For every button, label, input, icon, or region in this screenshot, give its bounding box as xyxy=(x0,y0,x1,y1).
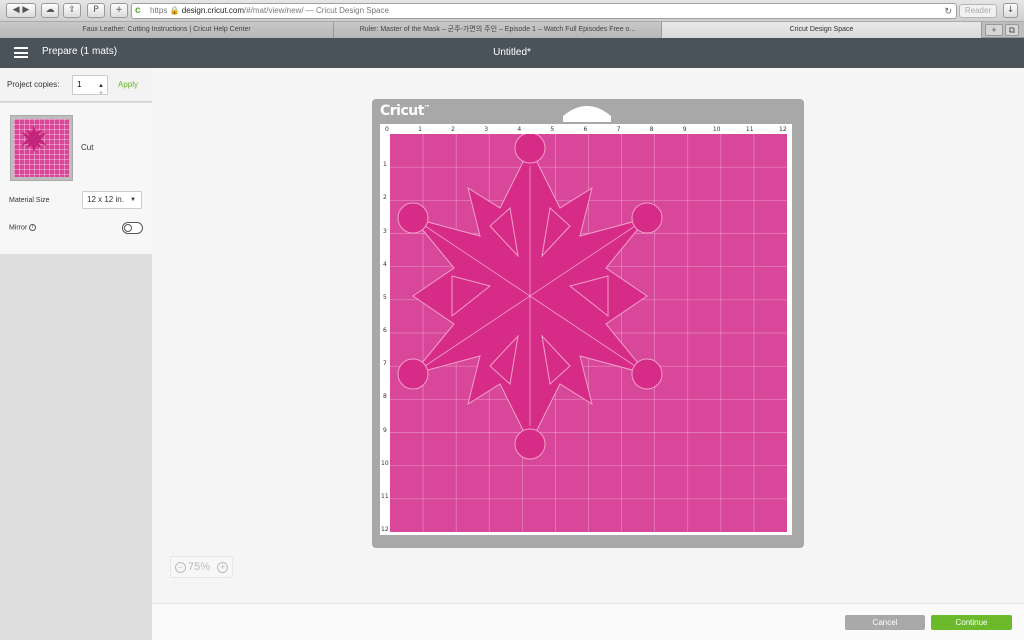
ruler-left-tick: 11 xyxy=(381,492,389,500)
ruler-top-tick: 11 xyxy=(745,126,754,133)
mirror-label: Mirror i xyxy=(9,224,37,232)
ruler-left-tick: 5 xyxy=(383,293,387,301)
mat-handle-icon xyxy=(563,106,611,122)
ruler-left-tick: 7 xyxy=(383,360,387,368)
mat-card: Cut Material Size 12 x 12 in. ▼ Mirror i xyxy=(0,103,152,254)
ruler-bottom xyxy=(380,532,792,535)
url-page-title: — Cricut Design Space xyxy=(303,6,389,15)
ruler-top-tick: 7 xyxy=(616,126,621,133)
ruler-left-tick: 1 xyxy=(383,161,387,169)
address-bar[interactable]: c https 🔒 design.cricut.com/#/mat/view/n… xyxy=(131,3,957,19)
ruler-left-tick: 4 xyxy=(383,260,387,268)
toggle-knob xyxy=(124,224,132,232)
chevron-down-icon: ▼ xyxy=(130,197,136,203)
material-size-label: Material Size xyxy=(9,197,50,204)
zoom-out-button[interactable]: − xyxy=(175,562,186,573)
mat-cut-label: Cut xyxy=(81,143,94,152)
info-icon[interactable]: i xyxy=(29,224,37,231)
ruler-left-tick: 9 xyxy=(383,426,387,434)
project-copies-label: Project copies: xyxy=(7,80,60,89)
snowflake-thumbnail-icon xyxy=(21,125,47,153)
icloud-icon[interactable]: ☁ xyxy=(41,3,59,18)
mirror-toggle[interactable] xyxy=(122,222,143,234)
tab-faux-leather[interactable]: Faux Leather: Cutting Instructions | Cri… xyxy=(0,22,334,38)
tab-cricut-design-space[interactable]: Cricut Design Space xyxy=(662,22,982,38)
zoom-level: 75% xyxy=(188,561,211,573)
project-copies-row: Project copies: 1 ▲ ▼ Apply xyxy=(0,68,152,102)
footer-bar: Cancel Continue xyxy=(152,603,1024,640)
ruler-left-tick: 2 xyxy=(383,194,387,202)
cutting-mat: Cricut™ 0 1 2 3 4 5 6 7 8 9 10 11 12 1 2 3 4 5 6 7 8 9 10 11 12 xyxy=(372,99,804,548)
mat-grid xyxy=(390,134,787,532)
mat-thumbnail[interactable] xyxy=(10,115,73,181)
ruler-top-tick: 8 xyxy=(649,126,654,133)
app-header: Prepare (1 mats) Untitled* xyxy=(0,38,1024,68)
mat-thumbnail-preview xyxy=(14,119,69,177)
ruler-top-tick: 12 xyxy=(779,126,787,133)
browser-toolbar: ◀ ▶ ☁ ⇪ P + c https 🔒 design.cricut.com/… xyxy=(0,0,1024,22)
cancel-button[interactable]: Cancel xyxy=(845,615,925,630)
ruler-top-tick: 3 xyxy=(484,126,489,133)
url-host: design.cricut.com xyxy=(181,6,244,15)
ruler-left-tick: 3 xyxy=(383,227,387,235)
tab-overview-icon[interactable]: ⧉ xyxy=(1005,24,1019,36)
ruler-top-tick: 4 xyxy=(517,126,522,133)
ruler-top-tick: 6 xyxy=(583,126,588,133)
zoom-control: − 75% + xyxy=(170,556,233,578)
mat-grid-svg xyxy=(390,134,787,532)
snowflake-shape[interactable] xyxy=(397,134,663,460)
mirror-label-text: Mirror xyxy=(9,224,28,232)
tab-ruler-episode[interactable]: Ruler: Master of the Mask – 군주-가면의 주인 – … xyxy=(334,22,662,38)
ruler-left-tick: 8 xyxy=(383,393,387,401)
add-bookmark-icon[interactable]: + xyxy=(110,3,128,18)
ruler-top-tick: 5 xyxy=(550,126,555,133)
ruler-top-tick: 0 xyxy=(385,126,389,133)
reload-icon[interactable]: ↻ xyxy=(944,4,952,18)
tab-bar: Faux Leather: Cutting Instructions | Cri… xyxy=(0,22,1024,38)
downloads-icon[interactable]: ↓ xyxy=(1003,3,1018,18)
pinterest-icon[interactable]: P xyxy=(87,3,105,18)
project-copies-value: 1 xyxy=(77,80,82,89)
url-path: /#/mat/view/new/ xyxy=(244,6,304,15)
left-panel: Project copies: 1 ▲ ▼ Apply Cut Material… xyxy=(0,68,152,640)
ruler-top-tick: 2 xyxy=(451,126,455,133)
ruler-left-tick: 6 xyxy=(383,327,387,334)
new-tab-button[interactable]: + xyxy=(985,24,1003,36)
share-icon[interactable]: ⇪ xyxy=(63,3,81,18)
project-copies-input[interactable]: 1 ▲ ▼ xyxy=(72,75,108,97)
material-size-value: 12 x 12 in. xyxy=(87,195,124,204)
project-title: Untitled* xyxy=(493,47,531,58)
ruler-top-tick: 9 xyxy=(682,126,687,133)
ruler-right xyxy=(787,134,792,534)
apply-button[interactable]: Apply xyxy=(118,80,138,89)
reader-button[interactable]: Reader xyxy=(959,4,997,18)
url-scheme: https xyxy=(150,6,168,15)
stepper-down-icon[interactable]: ▼ xyxy=(98,85,104,103)
cricut-logo: Cricut™ xyxy=(380,103,430,119)
continue-button[interactable]: Continue xyxy=(931,615,1012,630)
ruler-top-tick: 10 xyxy=(712,126,721,133)
back-forward-buttons[interactable]: ◀ ▶ xyxy=(6,3,36,18)
ruler-top-tick: 1 xyxy=(418,126,422,133)
material-size-select[interactable]: 12 x 12 in. ▼ xyxy=(82,191,142,209)
ruler-left-tick: 10 xyxy=(381,459,389,467)
cricut-logo-text: Cricut xyxy=(380,103,424,119)
ruler-left-tick: 12 xyxy=(381,526,389,533)
zoom-in-button[interactable]: + xyxy=(217,562,228,573)
site-favicon-icon: c xyxy=(135,5,141,16)
